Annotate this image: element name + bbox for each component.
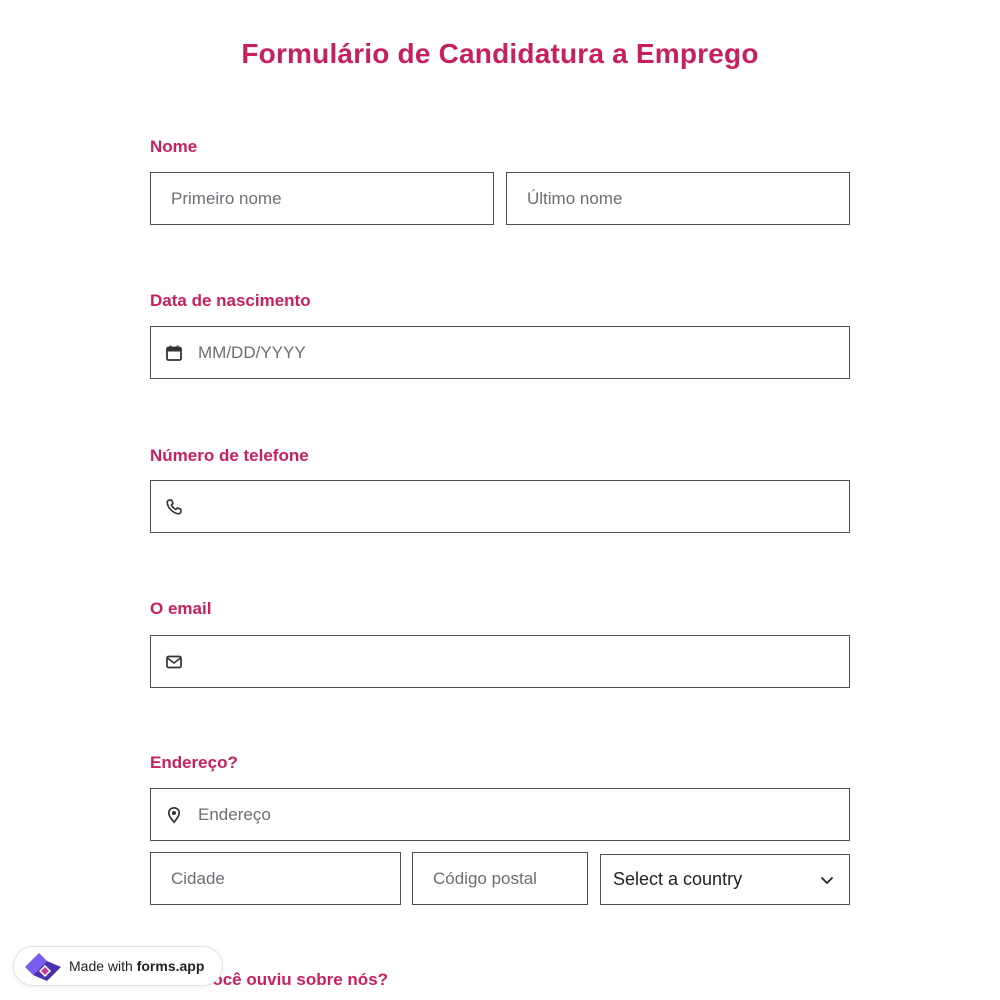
- form-page: Formulário de Candidatura a Emprego Nome…: [0, 0, 1000, 1000]
- badge-brand: forms.app: [136, 958, 205, 974]
- made-with-badge[interactable]: Made with forms.app: [13, 946, 223, 986]
- city-field[interactable]: [150, 852, 401, 905]
- badge-text: Made with forms.app: [69, 947, 204, 985]
- birth-date-label: Data de nascimento: [150, 291, 311, 310]
- email-field[interactable]: [150, 635, 850, 688]
- address-label: Endereço?: [150, 753, 238, 772]
- form-title: Formulário de Candidatura a Emprego: [241, 38, 759, 69]
- birth-date-field[interactable]: [150, 326, 850, 379]
- forms-app-logo-icon: [25, 953, 61, 981]
- postal-code-input[interactable]: [433, 853, 577, 904]
- phone-icon: [166, 499, 182, 515]
- first-name-input[interactable]: [171, 173, 483, 224]
- street-address-field[interactable]: [150, 788, 850, 841]
- mail-icon: [166, 655, 182, 669]
- postal-code-field[interactable]: [412, 852, 588, 905]
- email-input[interactable]: [198, 636, 839, 687]
- phone-input[interactable]: [198, 481, 839, 532]
- phone-field[interactable]: [150, 480, 850, 533]
- chevron-down-icon: [821, 877, 833, 884]
- calendar-icon: [166, 345, 182, 361]
- country-select-value: Select a country: [613, 869, 743, 889]
- country-select[interactable]: Select a country: [600, 854, 850, 905]
- badge-prefix: Made with: [69, 958, 133, 974]
- email-label: O email: [150, 599, 212, 618]
- street-address-input[interactable]: [198, 789, 839, 840]
- city-input[interactable]: [171, 853, 390, 904]
- location-pin-icon: [167, 806, 181, 824]
- last-name-field[interactable]: [506, 172, 850, 225]
- first-name-field[interactable]: [150, 172, 494, 225]
- phone-label: Número de telefone: [150, 446, 309, 465]
- last-name-input[interactable]: [527, 173, 839, 224]
- name-label: Nome: [150, 137, 198, 156]
- birth-date-input[interactable]: [198, 327, 839, 378]
